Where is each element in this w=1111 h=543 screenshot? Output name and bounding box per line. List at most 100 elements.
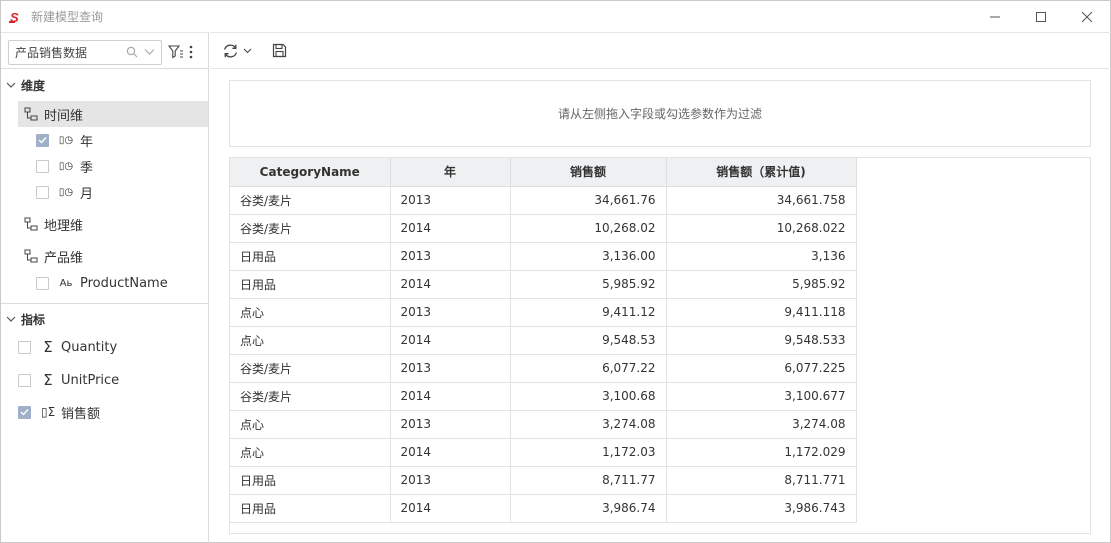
close-button[interactable] (1064, 1, 1110, 32)
date-field-icon: ▯◷ (58, 160, 74, 172)
measure-unitprice[interactable]: Σ UnitPrice (18, 367, 119, 393)
dimension-group-label: 时间维 (44, 108, 84, 124)
table-row[interactable]: 谷类/麦片 2014 3,100.68 3,100.677 (230, 382, 857, 411)
table-cell: 点心 (230, 326, 391, 355)
table-cell: 3,100.68 (510, 382, 667, 411)
checkbox-quantity[interactable] (18, 340, 31, 354)
dimension-group-label: 产品维 (44, 250, 84, 266)
table-body: 谷类/麦片 2013 34,661.76 34,661.758 谷类/麦片 2014 10,… (230, 186, 857, 523)
field-quarter[interactable]: ▯◷ 季 (36, 153, 93, 179)
column-header[interactable]: 销售额 (510, 158, 667, 187)
title-bar: S 新建模型查询 (1, 1, 1110, 32)
table-row[interactable]: 日用品 2014 3,986.74 3,986.743 (230, 494, 857, 523)
chevron-down-icon (243, 48, 252, 53)
table-cell: 3,274.08 (666, 410, 857, 439)
table-row[interactable]: 点心 2013 3,274.08 3,274.08 (230, 410, 857, 439)
table-row[interactable]: 谷类/麦片 2013 6,077.22 6,077.225 (230, 354, 857, 383)
checkbox-sales[interactable] (18, 405, 31, 419)
table-row[interactable]: 点心 2014 1,172.03 1,172.029 (230, 438, 857, 467)
table-row[interactable]: 点心 2014 9,548.53 9,548.533 (230, 326, 857, 355)
table-cell: 34,661.758 (666, 186, 857, 215)
hierarchy-icon (24, 107, 38, 121)
dimension-group-geo[interactable]: 地理维 (18, 211, 208, 237)
checkbox-productname[interactable] (36, 276, 49, 290)
field-month[interactable]: ▯◷ 月 (36, 179, 93, 205)
measures-header-label: 指标 (21, 312, 46, 327)
table-cell: 3,136.00 (510, 242, 667, 271)
table-cell: 9,548.53 (510, 326, 667, 355)
hierarchy-icon (24, 249, 38, 263)
table-cell: 1,172.03 (510, 438, 667, 467)
table-cell: 谷类/麦片 (230, 186, 391, 215)
divider (1, 68, 208, 69)
save-button[interactable] (270, 39, 289, 63)
table-row[interactable]: 谷类/麦片 2013 34,661.76 34,661.758 (230, 186, 857, 215)
filter-drop-area[interactable]: 请从左侧拖入字段或勾选参数作为过滤 (229, 80, 1091, 147)
field-label: 月 (80, 186, 94, 202)
column-header[interactable]: CategoryName (230, 158, 391, 187)
refresh-icon (223, 43, 238, 58)
window-title: 新建模型查询 (31, 10, 104, 24)
refresh-button[interactable] (220, 39, 254, 63)
table-row[interactable]: 日用品 2013 8,711.77 8,711.771 (230, 466, 857, 495)
field-year[interactable]: ▯◷ 年 (36, 127, 93, 153)
measure-quantity[interactable]: Σ Quantity (18, 334, 117, 360)
chevron-down-icon (6, 316, 16, 322)
dimensions-header[interactable]: 维度 (1, 74, 45, 96)
table-row[interactable]: 日用品 2014 5,985.92 5,985.92 (230, 270, 857, 299)
table-cell: 3,274.08 (510, 410, 667, 439)
table-cell: 9,411.12 (510, 298, 667, 327)
table-cell: 3,136 (666, 242, 857, 271)
table-cell: 2013 (390, 242, 511, 271)
checkbox-month[interactable] (36, 185, 49, 199)
table-cell: 2013 (390, 298, 511, 327)
minimize-button[interactable] (972, 1, 1018, 32)
table-cell: 2013 (390, 410, 511, 439)
table-cell: 2013 (390, 466, 511, 495)
sigma-icon: Σ (43, 371, 53, 389)
checkbox-quarter[interactable] (36, 159, 49, 173)
field-label: 季 (80, 160, 94, 176)
table-cell: 34,661.76 (510, 186, 667, 215)
dimension-group-label: 地理维 (44, 218, 84, 234)
hierarchy-icon (24, 217, 38, 231)
table-cell: 8,711.77 (510, 466, 667, 495)
table-cell: 3,986.743 (666, 494, 857, 523)
dataset-search-input[interactable]: 产品销售数据 (8, 39, 162, 65)
table-cell: 9,548.533 (666, 326, 857, 355)
search-row: 产品销售数据 (8, 39, 208, 65)
filter-placeholder: 请从左侧拖入字段或勾选参数作为过滤 (557, 107, 762, 121)
table-row[interactable]: 点心 2013 9,411.12 9,411.118 (230, 298, 857, 327)
filter-list-icon[interactable] (168, 45, 184, 59)
column-header[interactable]: 年 (390, 158, 511, 187)
dimension-group-time[interactable]: 时间维 (18, 101, 208, 127)
table-cell: 9,411.118 (666, 298, 857, 327)
table-cell: 日用品 (230, 242, 391, 271)
table-cell: 点心 (230, 298, 391, 327)
checkbox-unitprice[interactable] (18, 373, 31, 387)
dimension-group-product[interactable]: 产品维 (18, 243, 208, 269)
result-grid: CategoryName 年 销售额 销售额（累计值) 谷类/麦片 2013 34,… (229, 157, 1091, 534)
chevron-down-icon[interactable] (144, 48, 155, 56)
maximize-button[interactable] (1018, 1, 1064, 32)
table-row[interactable]: 日用品 2013 3,136.00 3,136 (230, 242, 857, 271)
text-field-icon: Aь (59, 277, 73, 289)
measure-label: UnitPrice (61, 372, 120, 388)
table-cell: 10,268.022 (666, 214, 857, 243)
table-row[interactable]: 谷类/麦片 2014 10,268.02 10,268.022 (230, 214, 857, 243)
column-header[interactable]: 销售额（累计值) (666, 158, 857, 187)
table-cell: 日用品 (230, 494, 391, 523)
window-controls (972, 1, 1110, 32)
measure-sales[interactable]: ▯Σ 销售额 (18, 399, 100, 425)
table-cell: 日用品 (230, 270, 391, 299)
checkbox-year[interactable] (36, 133, 49, 147)
maximize-icon (1036, 11, 1046, 22)
measures-header[interactable]: 指标 (1, 308, 45, 330)
field-productname[interactable]: Aь ProductName (36, 270, 168, 296)
table-cell: 点心 (230, 438, 391, 467)
more-vertical-icon[interactable] (188, 45, 194, 59)
table-cell: 5,985.92 (510, 270, 667, 299)
table-cell: 2014 (390, 382, 511, 411)
search-icon[interactable] (126, 46, 138, 58)
minimize-icon (990, 16, 1000, 17)
